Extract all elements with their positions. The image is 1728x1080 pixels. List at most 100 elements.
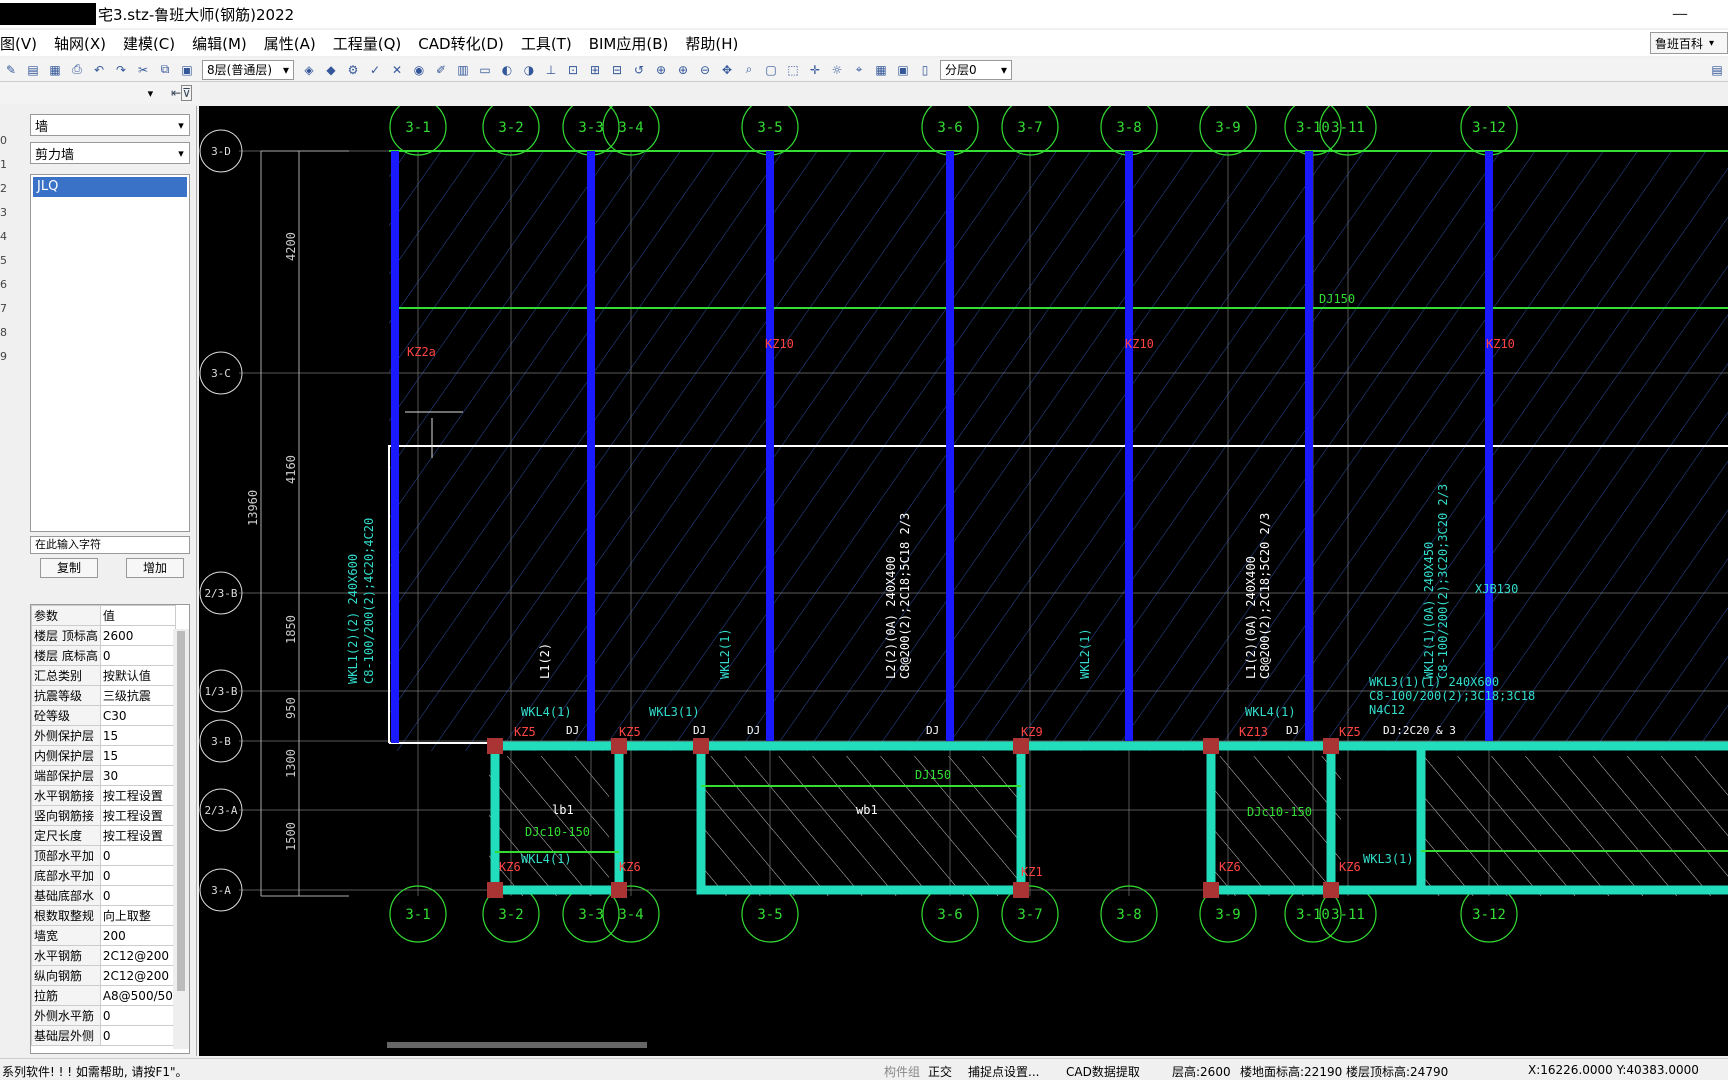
tool-icon-8[interactable]: ▭ (475, 61, 495, 79)
zoom-in-icon[interactable]: ⊕ (673, 61, 693, 79)
property-row[interactable]: 基础层外侧 0 (31, 1025, 176, 1046)
tool-icon-14[interactable]: ⊟ (607, 61, 627, 79)
hscroll-thumb[interactable] (387, 1042, 647, 1048)
search-input[interactable]: 在此输入字符 (30, 536, 190, 554)
property-row[interactable]: 拉筋 A8@500/50 (31, 985, 176, 1006)
undo-icon[interactable]: ↶ (89, 61, 109, 79)
property-row[interactable]: 根数取整规 向上取整 (31, 905, 176, 926)
tool-icon-1[interactable]: ◈ (299, 61, 319, 79)
property-value[interactable]: 2600 (99, 625, 176, 646)
ortho-toggle[interactable]: 正交 (928, 1063, 952, 1080)
menu-model[interactable]: 建模(C) (123, 33, 184, 54)
property-row[interactable]: 纵向钢筋 2C12@200 (31, 965, 176, 986)
property-value[interactable]: 0 (99, 645, 176, 666)
blue-beam[interactable] (1485, 151, 1493, 741)
chevron-down-icon[interactable]: ▾ (148, 87, 154, 100)
property-value[interactable]: 30 (99, 765, 176, 786)
property-value[interactable]: 2C12@200 (99, 945, 176, 966)
frame-icon[interactable]: ▣ (893, 61, 913, 79)
snap-icon[interactable]: ✛ (805, 61, 825, 79)
blue-beam[interactable] (391, 151, 399, 743)
property-value[interactable]: 15 (99, 745, 176, 766)
property-row[interactable]: 端部保护层 30 (31, 765, 176, 786)
tool-icon-4[interactable]: ✓ (365, 61, 385, 79)
tool-icon-16[interactable]: ⊕ (651, 61, 671, 79)
tool-icon-6[interactable]: ✐ (431, 61, 451, 79)
tool-icon-2[interactable]: ◆ (321, 61, 341, 79)
menu-help[interactable]: 帮助(H) (685, 33, 747, 54)
dock-icon[interactable]: ⇤ (171, 86, 181, 100)
property-row[interactable]: 砼等级 C30 (31, 705, 176, 726)
property-value[interactable]: 0 (99, 845, 176, 866)
property-value[interactable]: C30 (99, 705, 176, 726)
tool-icon-11[interactable]: ⊥ (541, 61, 561, 79)
blue-beam[interactable] (1305, 151, 1313, 741)
property-row[interactable]: 外侧保护层 15 (31, 725, 176, 746)
menu-quantity[interactable]: 工程量(Q) (333, 33, 411, 54)
tool-icon-15[interactable]: ↺ (629, 61, 649, 79)
property-value[interactable]: 0 (99, 1005, 176, 1026)
redo-icon[interactable]: ↷ (111, 61, 131, 79)
cad-drawing[interactable]: 3-1 3-2 3-3 3-4 3-5 3-6 3-7 3-8 3-9 3-10 3-11 3-12 … (199, 98, 1728, 1056)
zoom-out-icon[interactable]: ⊖ (695, 61, 715, 79)
property-value[interactable]: 三级抗震 (99, 685, 176, 706)
cad-canvas[interactable]: 3-1 3-2 3-3 3-4 3-5 3-6 3-7 3-8 3-9 3-10 3-11 3-12 … (199, 98, 1728, 1056)
layer-select[interactable]: 分层0 ▾ (940, 59, 1012, 80)
component-subtype-select[interactable]: 剪力墙 ▾ (30, 142, 190, 164)
property-value[interactable]: 按工程设置 (99, 785, 176, 806)
layer-icon[interactable]: ▯ (915, 61, 935, 79)
grid-icon[interactable]: ▦ (871, 61, 891, 79)
property-value[interactable]: 按工程设置 (99, 805, 176, 826)
property-row[interactable]: 顶部水平加 0 (31, 845, 176, 866)
property-row[interactable]: 楼层 底标高 0 (31, 645, 176, 666)
tool-icon-10[interactable]: ◑ (519, 61, 539, 79)
property-row[interactable]: 抗震等级 三级抗震 (31, 685, 176, 706)
panel-icon[interactable]: ▤ (1707, 61, 1727, 79)
property-value[interactable]: A8@500/50 (99, 985, 176, 1006)
save-icon[interactable]: ▦ (45, 61, 65, 79)
blue-beam[interactable] (946, 151, 954, 741)
blue-beam[interactable] (766, 151, 774, 741)
snap-settings-button[interactable]: 捕捉点设置... (968, 1063, 1039, 1080)
property-value[interactable]: 0 (99, 1025, 176, 1046)
property-row[interactable]: 水平钢筋 2C12@200 (31, 945, 176, 966)
menu-cad[interactable]: CAD转化(D) (418, 33, 513, 54)
property-row[interactable]: 墙宽 200 (31, 925, 176, 946)
property-value[interactable]: 15 (99, 725, 176, 746)
menu-bim[interactable]: BIM应用(B) (589, 33, 678, 54)
cut-icon[interactable]: ✂ (133, 61, 153, 79)
tool-icon-9[interactable]: ◐ (497, 61, 517, 79)
menu-edit[interactable]: 编辑(M) (192, 33, 256, 54)
tool-icon-13[interactable]: ⊞ (585, 61, 605, 79)
property-row[interactable]: 楼层 顶标高 2600 (31, 625, 176, 646)
delete-icon[interactable]: ✕ (387, 61, 407, 79)
property-row[interactable]: 外侧水平筋 0 (31, 1005, 176, 1026)
cad-extract-button[interactable]: CAD数据提取 (1066, 1063, 1140, 1080)
property-row[interactable]: 底部水平加 0 (31, 865, 176, 886)
property-value[interactable]: 按工程设置 (99, 825, 176, 846)
menu-tools[interactable]: 工具(T) (521, 33, 581, 54)
component-group-toggle[interactable]: 构件组 (884, 1063, 920, 1080)
menu-axis[interactable]: 轴网(X) (54, 33, 115, 54)
filter-icon[interactable]: ⊽ (181, 85, 192, 101)
menu-attr[interactable]: 属性(A) (264, 33, 325, 54)
add-button[interactable]: 增加 (126, 558, 184, 578)
tool-icon-5[interactable]: ◉ (409, 61, 429, 79)
tool-icon-3[interactable]: ⚙ (343, 61, 363, 79)
property-value[interactable]: 2C12@200 (99, 965, 176, 986)
property-row[interactable]: 定尺长度 按工程设置 (31, 825, 176, 846)
property-row[interactable]: 水平钢筋接 按工程设置 (31, 785, 176, 806)
list-item[interactable]: JLQ (33, 177, 187, 197)
property-row[interactable]: 竖向钢筋接 按工程设置 (31, 805, 176, 826)
tool-icon-12[interactable]: ⊡ (563, 61, 583, 79)
property-value[interactable]: 0 (99, 885, 176, 906)
property-row[interactable]: 内侧保护层 15 (31, 745, 176, 766)
menu-view[interactable]: 图(V) (0, 33, 46, 54)
property-value[interactable]: 0 (99, 865, 176, 886)
new-icon[interactable]: ✎ (1, 61, 21, 79)
scroll-thumb[interactable] (177, 631, 185, 991)
print-icon[interactable]: ⎙ (67, 61, 87, 79)
property-value[interactable]: 200 (99, 925, 176, 946)
property-value[interactable]: 向上取整 (99, 905, 176, 926)
zoom-all-icon[interactable]: ▢ (761, 61, 781, 79)
